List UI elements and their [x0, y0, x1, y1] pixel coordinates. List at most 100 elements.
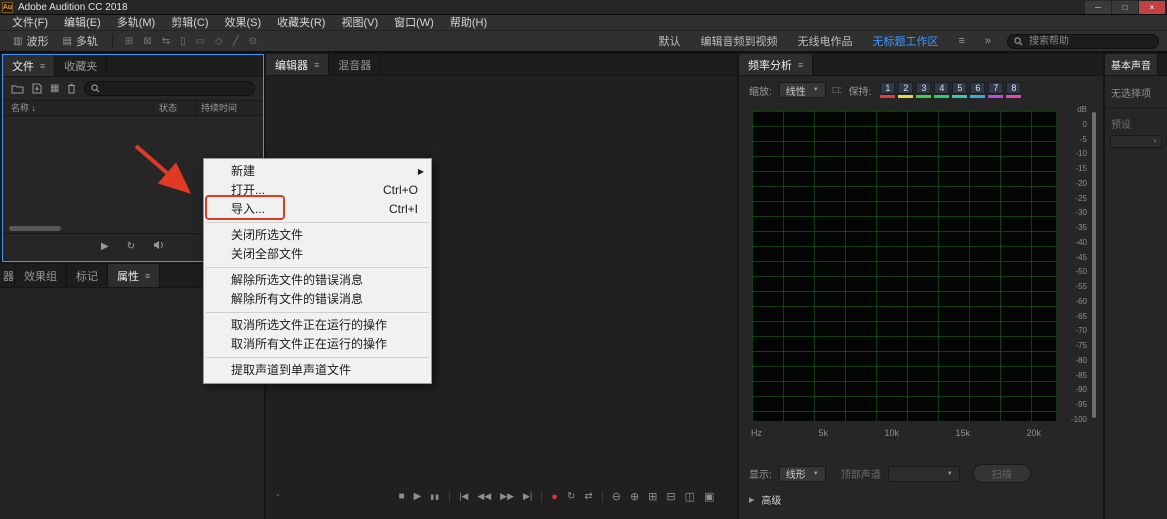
column-divider[interactable] [153, 102, 154, 114]
tab-clipped-panel[interactable]: 器 [0, 264, 15, 287]
skip-forward-button[interactable]: ▶| [523, 491, 532, 502]
tab-editor[interactable]: 编辑器 ≡ [266, 54, 330, 75]
workspace-untitled[interactable]: 无标题工作区 [872, 33, 938, 49]
top-channel-dropdown[interactable]: ▼ [887, 465, 960, 482]
copy-settings-icon[interactable]: □: [833, 85, 842, 96]
help-search-input[interactable] [1027, 34, 1137, 48]
menubar-item[interactable]: 剪辑(C) [163, 15, 216, 31]
horizontal-scrollbar[interactable] [9, 226, 61, 231]
slip-tool-icon[interactable]: ⇆ [157, 36, 175, 47]
zoom-in-button[interactable]: ⊕ [630, 490, 639, 503]
zoom-out-horizontal-button[interactable]: ⊟ [666, 490, 675, 503]
media-browser-icon[interactable]: ▦ [50, 83, 59, 94]
hold-button-3[interactable]: 3 [916, 82, 932, 98]
workspace-overflow-icon[interactable]: » [985, 35, 991, 47]
preset-dropdown[interactable]: ▼ [1110, 135, 1162, 148]
tab-frequency-analysis[interactable]: 频率分析 ≡ [739, 54, 814, 75]
tab-mixer[interactable]: 混音器 [329, 54, 382, 75]
menu-item-cancel-selected-file-operations[interactable]: 取消所选文件正在运行的操作 [204, 316, 431, 335]
hold-button-1[interactable]: 1 [880, 82, 896, 98]
menubar-item[interactable]: 窗口(W) [386, 15, 442, 31]
stop-button[interactable]: ■ [399, 491, 405, 502]
tab-effects-rack[interactable]: 效果组 [15, 264, 67, 287]
menu-item-clear-selected-file-errors[interactable]: 解除所选文件的错误消息 [204, 271, 431, 290]
panel-menu-icon[interactable]: ≡ [798, 60, 803, 70]
multitrack-view-button[interactable]: ▤ 多轨 [55, 32, 104, 50]
play-icon[interactable]: ▶ [101, 241, 109, 252]
tab-basic-sound[interactable]: 基本声音 [1105, 54, 1158, 75]
tab-markers[interactable]: 标记 [67, 264, 108, 287]
menu-item-clear-all-file-errors[interactable]: 解除所有文件的错误消息 [204, 290, 431, 309]
hold-button-5[interactable]: 5 [952, 82, 968, 98]
display-style-dropdown[interactable]: 线形 ▼ [778, 465, 826, 482]
menubar-item[interactable]: 收藏夹(R) [269, 15, 333, 31]
scan-button[interactable]: 扫描 [972, 464, 1031, 483]
skip-selection-button[interactable]: ⇄ [584, 491, 592, 502]
tab-favorites[interactable]: 收藏夹 [55, 55, 108, 76]
rewind-button[interactable]: ◀◀ [477, 491, 491, 502]
hold-button-8[interactable]: 8 [1006, 82, 1022, 98]
marquee-selection-tool-icon[interactable]: ▭ [191, 36, 210, 47]
close-button[interactable]: × [1139, 0, 1165, 14]
tab-files[interactable]: 文件 ≡ [3, 55, 56, 76]
waveform-icon: ▥ [13, 35, 23, 47]
hold-button-2[interactable]: 2 [898, 82, 914, 98]
menubar-item[interactable]: 效果(S) [217, 15, 270, 31]
lasso-selection-tool-icon[interactable]: ◇ [210, 36, 228, 47]
zoom-out-button[interactable]: ⊖ [612, 490, 621, 503]
workspace-default[interactable]: 默认 [658, 33, 680, 49]
column-status[interactable]: 状态 [159, 101, 177, 116]
menu-item-import[interactable]: 导入... Ctrl+I [204, 200, 431, 219]
column-duration[interactable]: 持续时间 [201, 101, 237, 116]
skip-back-button[interactable]: |◀ [459, 491, 468, 502]
advanced-section-toggle[interactable]: ▶ 高级 [749, 492, 781, 507]
column-divider[interactable] [195, 102, 196, 114]
menu-item-close-all-files[interactable]: 关闭全部文件 [204, 245, 431, 264]
import-file-icon[interactable] [32, 83, 42, 94]
spot-healing-brush-tool-icon[interactable]: ⊙ [244, 36, 262, 47]
open-file-icon[interactable] [11, 84, 24, 94]
loop-playback-button[interactable]: ↻ [567, 491, 575, 502]
hold-button-7[interactable]: 7 [988, 82, 1004, 98]
menu-item-open[interactable]: 打开... Ctrl+O [204, 181, 431, 200]
loop-playback-icon[interactable]: ↻ [127, 241, 135, 252]
zoom-to-selection-button[interactable]: ◫ [685, 490, 695, 503]
menubar-item[interactable]: 多轨(M) [109, 15, 164, 31]
minimize-button[interactable]: ─ [1085, 0, 1111, 14]
column-name[interactable]: 名称 ↓ [11, 101, 36, 116]
hold-button-6[interactable]: 6 [970, 82, 986, 98]
menu-item-close-selected-files[interactable]: 关闭所选文件 [204, 226, 431, 245]
time-selection-tool-icon[interactable]: ▯ [175, 36, 191, 47]
menu-item-extract-channels-to-mono[interactable]: 提取声道到单声道文件 [204, 361, 431, 380]
menu-item-new[interactable]: 新建 ▶ [204, 162, 431, 181]
vertical-scrollbar[interactable] [1092, 112, 1096, 418]
menubar-item[interactable]: 编辑(E) [56, 15, 109, 31]
pause-button[interactable]: ▮▮ [430, 493, 440, 501]
zoom-in-horizontal-button[interactable]: ⊞ [648, 490, 657, 503]
speaker-icon[interactable] [153, 240, 165, 253]
waveform-view-button[interactable]: ▥ 波形 [6, 32, 55, 50]
workspace-edit-audio-to-video[interactable]: 编辑音频到视频 [700, 33, 777, 49]
panel-menu-icon[interactable]: ≡ [145, 271, 150, 281]
play-button[interactable]: ▶ [414, 491, 422, 502]
panel-menu-icon[interactable]: ≡ [40, 61, 45, 71]
trash-icon[interactable] [67, 83, 76, 94]
move-tool-icon[interactable]: ⊞ [120, 36, 138, 47]
menubar-item[interactable]: 帮助(H) [442, 15, 495, 31]
hold-button-4[interactable]: 4 [934, 82, 950, 98]
razor-tool-icon[interactable]: ⊠ [138, 36, 156, 47]
zoom-scale-dropdown[interactable]: 线性 ▼ [778, 82, 826, 98]
tab-properties[interactable]: 属性 ≡ [108, 264, 161, 287]
panel-menu-icon[interactable]: ≡ [314, 60, 319, 70]
maximize-button[interactable]: □ [1112, 0, 1138, 14]
paintbrush-selection-tool-icon[interactable]: ╱ [228, 36, 244, 47]
menu-item-cancel-all-file-operations[interactable]: 取消所有文件正在运行的操作 [204, 335, 431, 354]
workspace-radio-production[interactable]: 无线电作品 [797, 33, 852, 49]
fast-forward-button[interactable]: ▶▶ [500, 491, 514, 502]
menubar-item[interactable]: 文件(F) [4, 15, 56, 31]
menubar-item[interactable]: 视图(V) [333, 15, 386, 31]
record-button[interactable]: ● [551, 491, 558, 503]
files-search-input[interactable] [104, 82, 185, 95]
zoom-full-button[interactable]: ▣ [704, 490, 714, 503]
workspace-menu-icon[interactable]: ≡ [958, 35, 964, 47]
